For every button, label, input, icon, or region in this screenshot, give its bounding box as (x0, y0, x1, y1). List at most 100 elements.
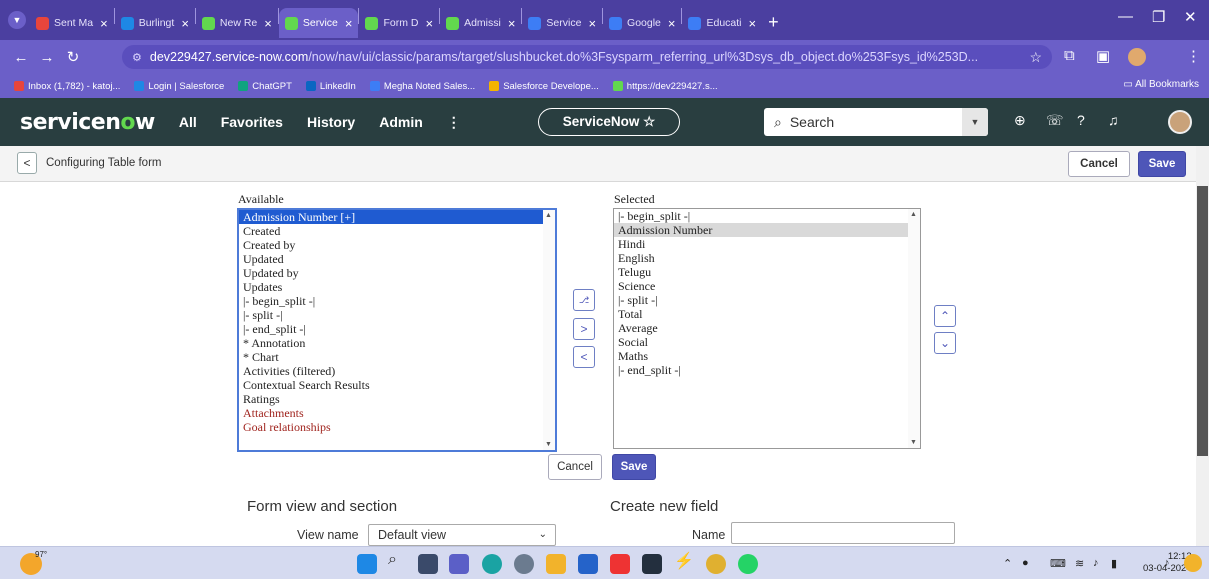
close-tab-icon[interactable]: × (181, 16, 189, 31)
bookmark-item[interactable]: Inbox (1,782) - katoj... (14, 81, 120, 92)
task-view-icon[interactable] (418, 554, 438, 574)
slushbucket-save-button[interactable]: Save (612, 454, 656, 480)
scroll-down-icon[interactable]: ▼ (545, 441, 552, 448)
remove-from-selected-button[interactable]: < (573, 346, 595, 368)
close-tab-icon[interactable]: × (668, 16, 676, 31)
browser-menu-icon[interactable]: ⋮ (1186, 47, 1201, 65)
bookmark-item[interactable]: ChatGPT (238, 81, 292, 92)
cancel-button[interactable]: Cancel (1068, 151, 1130, 177)
selected-option[interactable]: |- split -| (614, 293, 920, 307)
selected-option[interactable]: English (614, 251, 920, 265)
slushbucket-cancel-button[interactable]: Cancel (548, 454, 602, 480)
available-option[interactable]: Admission Number [+] (239, 210, 555, 224)
chrome-icon[interactable] (706, 554, 726, 574)
save-button[interactable]: Save (1138, 151, 1186, 177)
back-arrow-icon[interactable]: ← (8, 49, 34, 66)
whatsapp-icon[interactable] (738, 554, 758, 574)
nav-more[interactable]: ⋮ (447, 114, 461, 131)
selected-option[interactable]: Total (614, 307, 920, 321)
close-tab-icon[interactable]: × (425, 16, 433, 31)
taskbar-search-icon[interactable]: ⌕ (388, 551, 408, 571)
browser-tab[interactable]: Google × (603, 8, 681, 38)
search-scope-dropdown[interactable]: ▼ (962, 108, 988, 136)
youtube-icon[interactable] (610, 554, 630, 574)
amazon-icon[interactable] (642, 554, 662, 574)
edge-icon[interactable] (482, 554, 502, 574)
browser-tab[interactable]: Sent Ma × (30, 8, 114, 38)
keyboard-icon[interactable]: ⌨ (1050, 557, 1066, 570)
site-info-icon[interactable]: ⚙ (132, 51, 142, 64)
selected-option[interactable]: Telugu (614, 265, 920, 279)
tray-app-icon[interactable]: ● (1022, 557, 1029, 569)
browser-tab[interactable]: Educati × (682, 8, 762, 38)
move-down-button[interactable]: ⌄ (934, 332, 956, 354)
notification-bell-icon[interactable]: ♪ (1164, 557, 1170, 569)
scroll-up-icon[interactable]: ▲ (545, 212, 552, 219)
side-panel-icon[interactable]: ▣ (1096, 47, 1110, 65)
minimize-button[interactable]: — (1118, 8, 1133, 25)
close-tab-icon[interactable]: × (100, 16, 108, 31)
scroll-up-icon[interactable]: ▲ (910, 211, 917, 218)
reload-icon[interactable]: ↻ (60, 48, 86, 66)
user-avatar[interactable] (1168, 110, 1192, 134)
maximize-button[interactable]: ❐ (1152, 8, 1165, 26)
url-bar[interactable]: ⚙ dev229427.service-now.com /now/nav/ui/… (122, 45, 1052, 69)
tab-search-icon[interactable]: ▼ (8, 11, 26, 29)
available-option[interactable]: * Chart (239, 350, 555, 364)
name-input[interactable] (731, 522, 955, 544)
forward-arrow-icon[interactable]: → (34, 49, 60, 66)
available-option[interactable]: Created (239, 224, 555, 238)
selected-option[interactable]: Science (614, 279, 920, 293)
selected-option[interactable]: |- end_split -| (614, 363, 920, 377)
wifi-icon[interactable]: ≋ (1075, 557, 1084, 570)
bookmark-item[interactable]: https://dev229427.s... (612, 81, 718, 92)
help-icon[interactable]: ? (1077, 112, 1085, 128)
available-option[interactable]: Updates (239, 280, 555, 294)
all-bookmarks-folder[interactable]: ▭ All Bookmarks (1123, 79, 1199, 90)
close-tab-icon[interactable]: × (264, 16, 272, 31)
available-option[interactable]: Updated by (239, 266, 555, 280)
page-scrollbar[interactable] (1196, 146, 1209, 546)
scrollbar-thumb[interactable] (1197, 186, 1208, 456)
selected-option[interactable]: Average (614, 321, 920, 335)
start-windows-icon[interactable] (357, 554, 377, 574)
bookmark-item[interactable]: Megha Noted Sales... (369, 81, 475, 92)
selected-option[interactable]: Admission Number (614, 223, 920, 237)
browser-tab[interactable]: Form D × (359, 8, 439, 38)
nav-favorites[interactable]: Favorites (221, 114, 283, 130)
close-tab-icon[interactable]: × (508, 16, 516, 31)
available-option[interactable]: Contextual Search Results (239, 378, 555, 392)
teams-icon[interactable] (449, 554, 469, 574)
selected-scrollbar[interactable]: ▲ ▼ (908, 209, 920, 448)
browser-tab[interactable]: Burlingt × (115, 8, 195, 38)
servicenow-logo[interactable]: servicenow (20, 110, 155, 135)
instance-pill[interactable]: ServiceNow ☆ (538, 108, 680, 136)
store-icon[interactable] (578, 554, 598, 574)
bookmark-item[interactable]: LinkedIn (305, 81, 356, 92)
selected-option[interactable]: Social (614, 335, 920, 349)
battery-icon[interactable]: ▮ (1111, 557, 1117, 570)
volume-icon[interactable]: ♪ (1093, 557, 1099, 569)
extensions-icon[interactable]: ⧉ (1064, 47, 1075, 64)
global-search-input[interactable]: ⌕ Search ▼ (764, 108, 988, 136)
close-tab-icon[interactable]: × (345, 16, 353, 31)
selected-option[interactable]: Maths (614, 349, 920, 363)
nav-history[interactable]: History (307, 114, 355, 130)
available-option[interactable]: Goal relationships (239, 420, 555, 434)
available-listbox[interactable]: Admission Number [+] Created Created by Upd… (237, 208, 557, 452)
add-dot-walk-button[interactable]: ⎇ (573, 289, 595, 311)
tray-chevron-up-icon[interactable]: ⌃ (1003, 557, 1012, 570)
available-option[interactable]: |- split -| (239, 308, 555, 322)
available-option[interactable]: Attachments (239, 406, 555, 420)
browser-tab[interactable]: Service × (278, 8, 359, 38)
bookmark-item[interactable]: Salesforce Develope... (489, 81, 599, 92)
file-explorer-icon[interactable] (546, 554, 566, 574)
notification-bell-icon[interactable]: ♫ (1108, 112, 1119, 128)
view-name-select[interactable]: Default view ⌄ (368, 524, 556, 546)
available-option[interactable]: Ratings (239, 392, 555, 406)
nav-all[interactable]: All (179, 114, 197, 130)
available-option[interactable]: * Annotation (239, 336, 555, 350)
selected-option[interactable]: |- begin_split -| (614, 209, 920, 223)
close-window-button[interactable]: ✕ (1184, 8, 1197, 26)
close-tab-icon[interactable]: × (588, 16, 596, 31)
